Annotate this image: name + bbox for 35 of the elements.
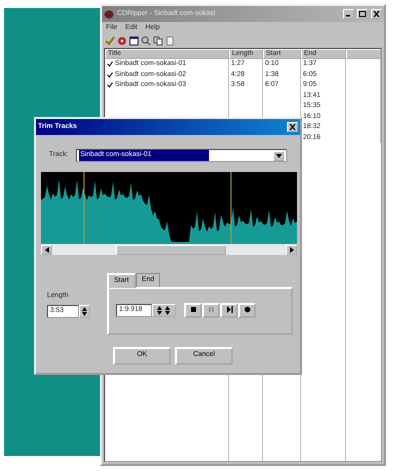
- right-arrow-icon: [290, 246, 294, 252]
- search-icon[interactable]: [141, 36, 151, 46]
- minimize-button[interactable]: [343, 9, 354, 19]
- close-button[interactable]: [287, 122, 298, 132]
- page-icon[interactable]: [165, 36, 175, 46]
- column-header[interactable]: [346, 48, 381, 59]
- up-down-arrows-icon: [82, 306, 87, 316]
- copy-icon[interactable]: [153, 36, 163, 46]
- checkbox[interactable]: [107, 82, 113, 88]
- close-icon: [373, 11, 380, 17]
- stop-icon: [190, 306, 196, 313]
- disc-icon[interactable]: [117, 36, 127, 46]
- maximize-button[interactable]: [357, 9, 368, 19]
- close-button[interactable]: [371, 9, 382, 19]
- scroll-thumb[interactable]: [116, 244, 226, 254]
- left-arrow-icon: [44, 246, 48, 252]
- record-button[interactable]: [238, 303, 256, 318]
- app-icon: [104, 10, 114, 18]
- scroll-left-button[interactable]: [41, 244, 52, 254]
- play-icon: [226, 306, 232, 313]
- scroll-right-button[interactable]: [286, 244, 297, 254]
- spin-button[interactable]: [79, 304, 90, 318]
- close-icon: [289, 124, 296, 130]
- maximize-icon: [359, 11, 366, 17]
- spin-button[interactable]: [152, 304, 176, 317]
- play-button[interactable]: [220, 303, 238, 318]
- up-down-arrows-icon: [157, 306, 171, 315]
- pause-icon: [208, 306, 214, 313]
- dropdown-arrow-icon: [276, 154, 282, 158]
- stop-button[interactable]: [184, 303, 202, 318]
- check-icon[interactable]: [105, 36, 115, 46]
- checkbox[interactable]: [107, 72, 113, 78]
- record-icon: [244, 306, 250, 313]
- window-icon[interactable]: [129, 36, 139, 46]
- checkbox[interactable]: [107, 61, 113, 68]
